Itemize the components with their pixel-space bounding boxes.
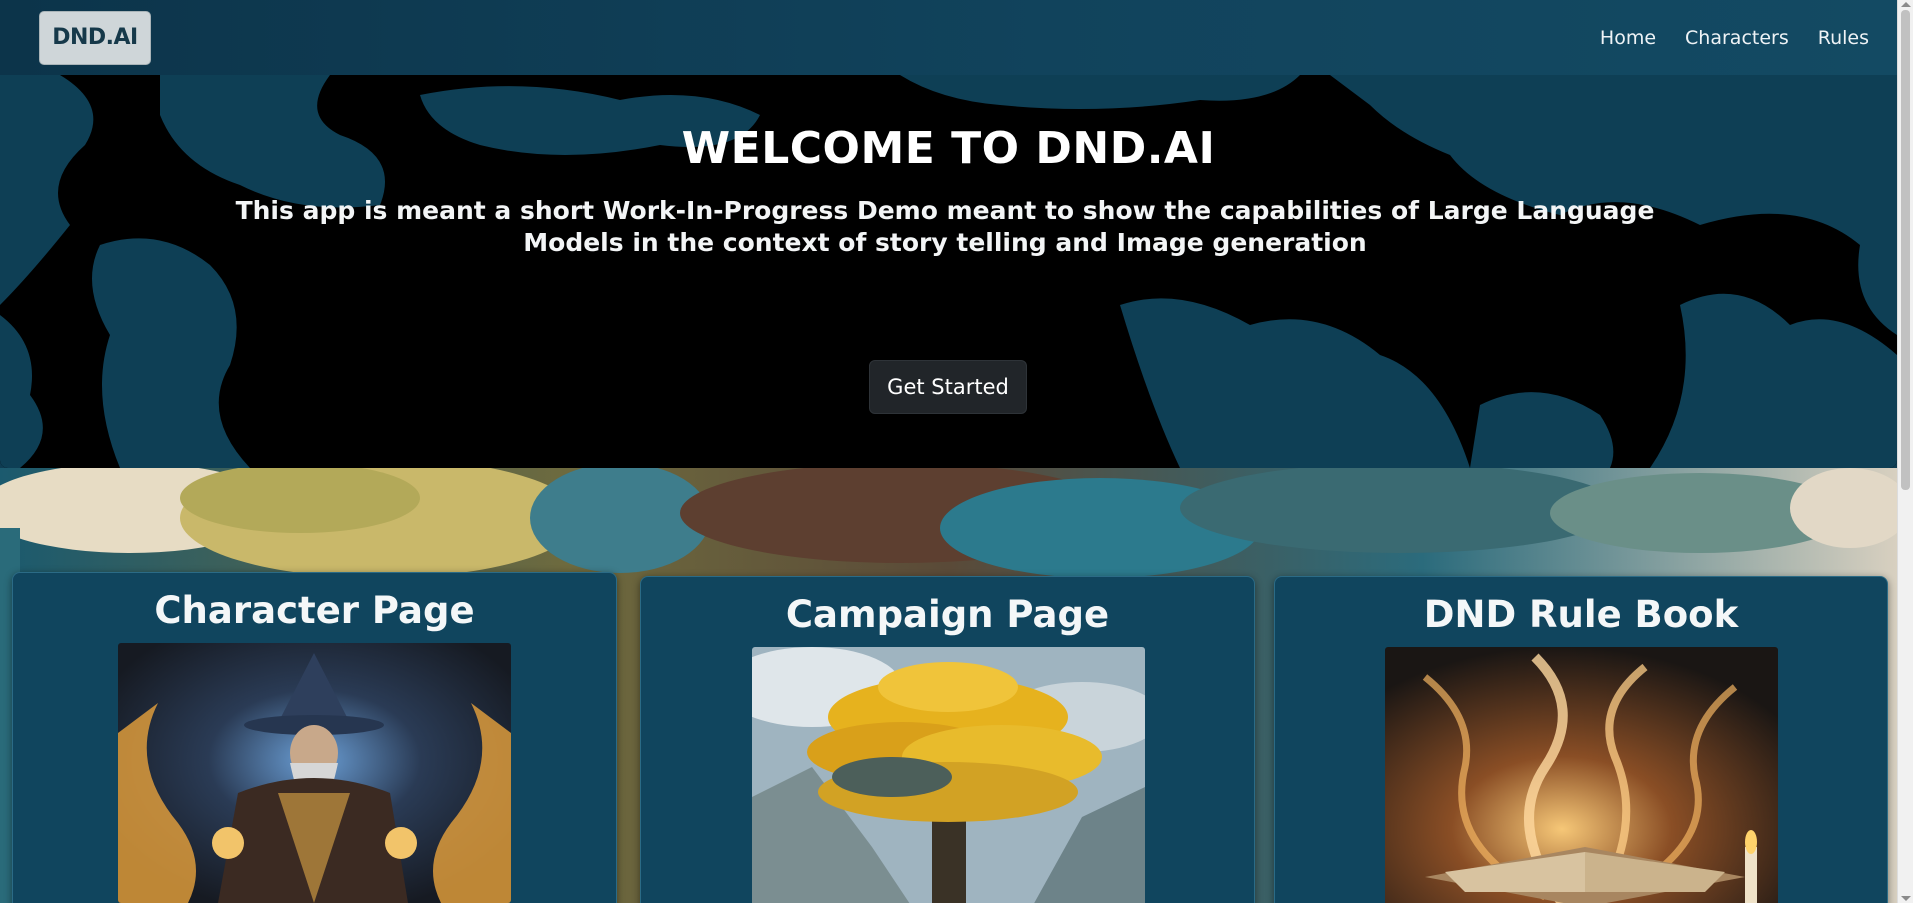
nav-link-rules[interactable]: Rules: [1818, 27, 1869, 49]
nav-link-home[interactable]: Home: [1600, 27, 1656, 49]
hero-subtitle: This app is meant a short Work-In-Progre…: [235, 196, 1655, 257]
scroll-down-icon[interactable]: [1901, 896, 1911, 901]
rule-book-card[interactable]: DND Rule Book: [1274, 576, 1888, 903]
campaign-page-card[interactable]: Campaign Page: [640, 576, 1255, 903]
flaming-book-image: [1385, 647, 1778, 903]
hero-section: WELCOME TO DND.AI This app is meant a sh…: [0, 75, 1897, 468]
golden-tree-image: [752, 647, 1145, 903]
wizard-image: [118, 643, 511, 903]
nav-links: Home Characters Rules: [1600, 27, 1869, 49]
page-scrollbar[interactable]: [1897, 0, 1913, 903]
nav-link-characters[interactable]: Characters: [1685, 27, 1789, 49]
card-title: Campaign Page: [785, 593, 1110, 636]
navbar: DND.AI Home Characters Rules: [0, 0, 1897, 75]
card-title: Character Page: [154, 589, 475, 632]
logo-text: DND.AI: [52, 25, 138, 50]
scrollbar-thumb[interactable]: [1901, 10, 1910, 490]
hero-title: WELCOME TO DND.AI: [681, 123, 1216, 174]
get-started-button[interactable]: Get Started: [869, 360, 1027, 414]
scroll-up-icon[interactable]: [1901, 2, 1911, 7]
character-page-card[interactable]: Character Page: [12, 572, 617, 903]
logo[interactable]: DND.AI: [39, 10, 151, 65]
card-title: DND Rule Book: [1423, 593, 1739, 636]
